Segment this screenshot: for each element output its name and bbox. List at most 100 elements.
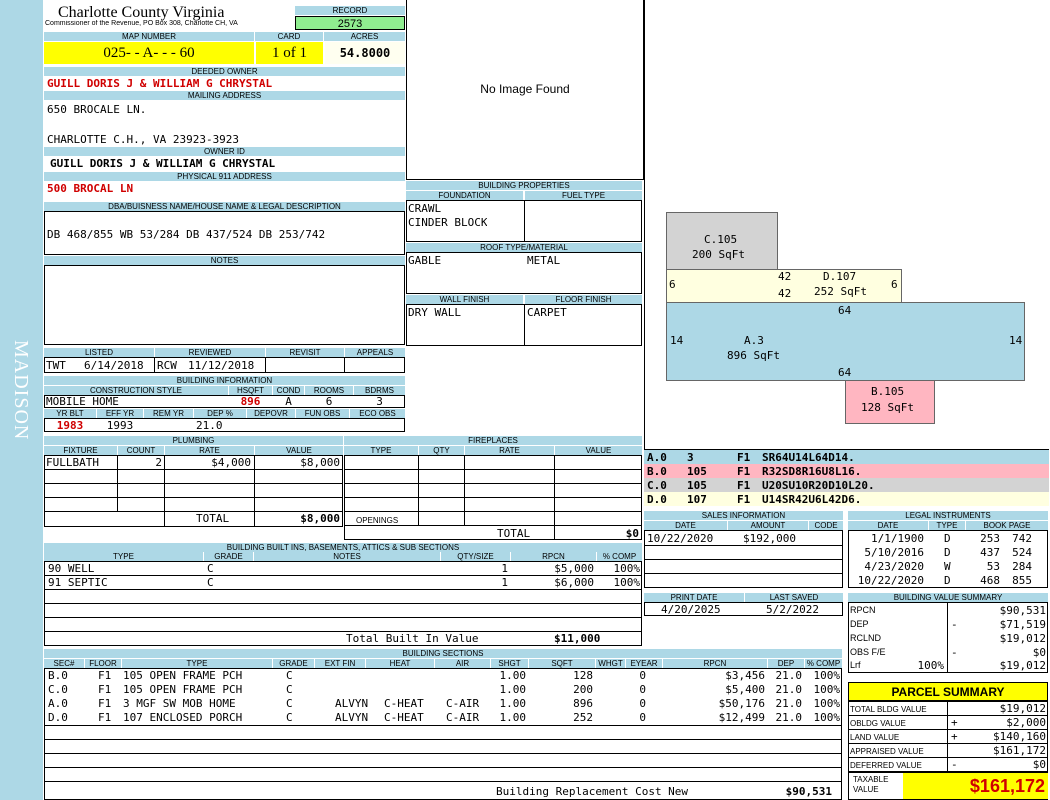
parcel-label: LAND VALUE: [850, 733, 900, 742]
parcel-label: DEFERRED VALUE: [850, 761, 922, 770]
rpcn: $5,400: [725, 683, 765, 696]
comp: 100%: [813, 711, 841, 724]
sales-title: SALES INFORMATION: [644, 511, 843, 520]
sketch-code-id: D.0: [647, 493, 667, 506]
li-page: 524: [1012, 546, 1032, 559]
parcel-label: APPRAISED VALUE: [850, 747, 924, 756]
comp: 100%: [813, 683, 841, 696]
sketch-code-f: F1: [737, 465, 751, 478]
rooms: 6: [325, 395, 333, 408]
grade-label: GRADE: [273, 659, 314, 668]
print-date: 4/20/2025: [661, 603, 721, 616]
li-book: 437: [980, 546, 1000, 559]
li-book: 468: [980, 574, 1000, 587]
vs-value: $0: [1032, 646, 1046, 659]
shgt: 1.00: [499, 697, 527, 710]
shgt: 1.00: [499, 683, 527, 696]
parcel-sign: -: [951, 758, 958, 771]
map-number-label: MAP NUMBER: [44, 32, 254, 41]
sketch-a-right: 14: [1009, 334, 1023, 347]
acres-label: ACRES: [324, 32, 405, 41]
physical-address-label: PHYSICAL 911 ADDRESS: [44, 172, 405, 181]
yr-blt: 1983: [56, 419, 84, 432]
heat: C-HEAT: [384, 697, 424, 710]
mailing-address-line1: 650 BROCALE LN.: [47, 103, 147, 116]
sketch-code-n: 107: [687, 493, 707, 506]
eff-yr-label: EFF YR: [97, 409, 143, 418]
fp-openings-label: OPENINGS: [356, 516, 399, 525]
li-date: 10/22/2020: [857, 574, 924, 587]
owner-id: GUILL DORIS J & WILLIAM G CHRYSTAL: [50, 157, 276, 170]
bi-row-type: 91 SEPTIC: [48, 576, 108, 589]
sales-amount-label: AMOUNT: [728, 521, 808, 530]
rpcn: $12,499: [718, 711, 765, 724]
listed-label: LISTED: [44, 348, 154, 357]
floor: F1: [98, 669, 112, 682]
fp-qty-label: QTY: [419, 446, 464, 455]
sales-amount: $192,000: [743, 532, 796, 545]
comp: 100%: [813, 697, 841, 710]
legal-description-label: DBA/BUISNESS NAME/HOUSE NAME & LEGAL DES…: [44, 202, 405, 211]
sections-title: BUILDING SECTIONS: [44, 649, 842, 658]
fuel-type-label: FUEL TYPE: [525, 191, 642, 200]
vs-label: RPCN: [850, 605, 876, 615]
sketch-code: R32SD8R16U8L16.: [762, 465, 862, 478]
floor-finish-label: FLOOR FINISH: [525, 295, 642, 304]
bi-comp-label: % COMP: [597, 552, 642, 561]
roof-label: ROOF TYPE/MATERIAL: [406, 243, 642, 252]
whgt-label: WHGT: [596, 659, 625, 668]
mailing-address-line2: CHARLOTTE C.H., VA 23923-3923: [47, 133, 240, 146]
vs-label: Lrf: [850, 660, 861, 670]
bi-total-label: Total Built In Value: [346, 632, 479, 645]
notes-box: [44, 265, 405, 345]
plumbing-count: 2: [155, 456, 162, 469]
reviewed-date: 11/12/2018: [188, 359, 255, 372]
fp-rate-label: RATE: [465, 446, 554, 455]
grade: C: [286, 669, 293, 682]
li-type: D: [944, 546, 951, 559]
sketch-d-bottom: 42: [778, 287, 792, 300]
eff-yr: 1993: [106, 419, 134, 432]
fp-total: $0: [625, 527, 639, 540]
bi-row-grade: C: [207, 576, 214, 589]
sec: C.0: [48, 683, 68, 696]
type: 105 OPEN FRAME PCH: [123, 669, 243, 682]
bi-row-qty: 1: [501, 576, 508, 589]
physical-address: 500 BROCAL LN: [47, 182, 134, 195]
sqft: 200: [573, 683, 593, 696]
sqft: 128: [573, 669, 593, 682]
sketch-d-label: D.107: [823, 270, 857, 283]
type: 105 OPEN FRAME PCH: [123, 683, 243, 696]
plumbing-total: $8,000: [300, 512, 340, 525]
revisit-label: REVISIT: [266, 348, 344, 357]
heat: C-HEAT: [384, 711, 424, 724]
cond: A: [285, 395, 292, 408]
commissioner-address: Commissioner of the Revenue, PO Box 308,…: [45, 20, 238, 27]
air: C-AIR: [446, 711, 480, 724]
hsqft-label: HSQFT: [229, 386, 272, 395]
parcel-value: $19,012: [999, 702, 1046, 715]
fun-obs-label: FUN OBS: [296, 409, 349, 418]
roof-box: [406, 252, 642, 294]
wall-finish: DRY WALL: [408, 306, 461, 319]
roof-type: GABLE: [408, 254, 442, 267]
floor: F1: [98, 697, 112, 710]
depovr-label: DEPOVR: [247, 409, 295, 418]
parcel-summary-title: PARCEL SUMMARY: [848, 682, 1048, 701]
listed-date: 6/14/2018: [84, 359, 144, 372]
floor: F1: [98, 683, 112, 696]
vs-sign: -: [951, 618, 958, 631]
type: 3 MGF SW MOB HOME: [123, 697, 236, 710]
sketch-code-n: 105: [687, 479, 707, 492]
appeals-label: APPEALS: [345, 348, 405, 357]
sketch-code-n: 3: [687, 451, 694, 464]
card-number: 1 of 1: [256, 42, 323, 64]
vs-pct: 100%: [917, 659, 945, 672]
whgt: 0: [639, 683, 646, 696]
shgt: 1.00: [499, 711, 527, 724]
parcel-sign: +: [951, 730, 958, 743]
taxable-label: TAXABLE VALUE: [853, 775, 889, 794]
sketch-code-f: F1: [737, 493, 751, 506]
sketch-c-label: C.105: [704, 233, 738, 246]
value-label: VALUE: [255, 446, 343, 455]
